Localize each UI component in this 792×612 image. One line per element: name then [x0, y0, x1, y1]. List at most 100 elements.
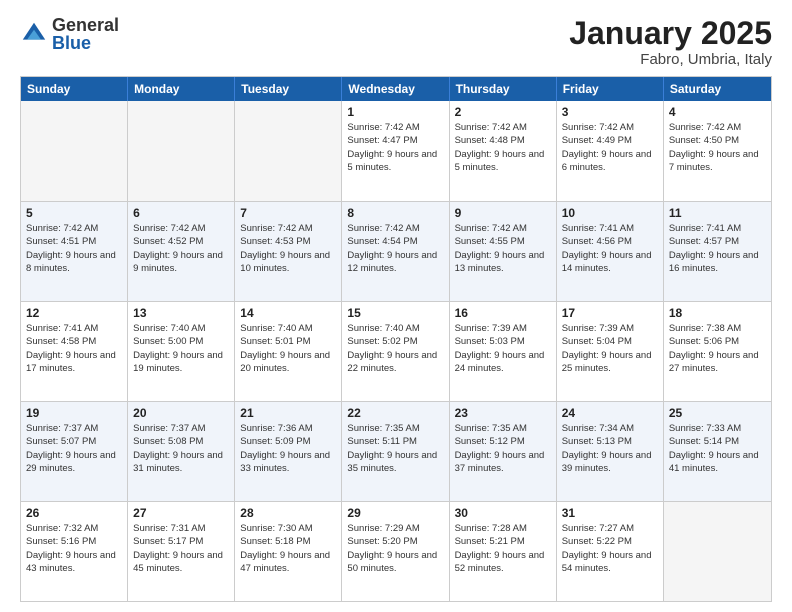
- day-number: 4: [669, 105, 766, 119]
- day-number: 31: [562, 506, 658, 520]
- cell-info: Sunrise: 7:41 AM Sunset: 4:58 PM Dayligh…: [26, 322, 122, 375]
- calendar-row: 1 Sunrise: 7:42 AM Sunset: 4:47 PM Daylig…: [21, 101, 771, 201]
- cell-info: Sunrise: 7:36 AM Sunset: 5:09 PM Dayligh…: [240, 422, 336, 475]
- cell-info: Sunrise: 7:35 AM Sunset: 5:11 PM Dayligh…: [347, 422, 443, 475]
- weekday-header: Friday: [557, 77, 664, 101]
- cell-info: Sunrise: 7:42 AM Sunset: 4:52 PM Dayligh…: [133, 222, 229, 275]
- day-number: 8: [347, 206, 443, 220]
- day-number: 25: [669, 406, 766, 420]
- calendar-cell: 18 Sunrise: 7:38 AM Sunset: 5:06 PM Dayli…: [664, 302, 771, 401]
- day-number: 19: [26, 406, 122, 420]
- cell-info: Sunrise: 7:30 AM Sunset: 5:18 PM Dayligh…: [240, 522, 336, 575]
- day-number: 24: [562, 406, 658, 420]
- cell-info: Sunrise: 7:39 AM Sunset: 5:03 PM Dayligh…: [455, 322, 551, 375]
- day-number: 9: [455, 206, 551, 220]
- logo-icon: [20, 20, 48, 48]
- calendar-row: 19 Sunrise: 7:37 AM Sunset: 5:07 PM Dayli…: [21, 401, 771, 501]
- cell-info: Sunrise: 7:42 AM Sunset: 4:54 PM Dayligh…: [347, 222, 443, 275]
- cell-info: Sunrise: 7:42 AM Sunset: 4:51 PM Dayligh…: [26, 222, 122, 275]
- calendar-cell: 1 Sunrise: 7:42 AM Sunset: 4:47 PM Daylig…: [342, 101, 449, 201]
- calendar-cell: 14Sunrise: 7:40 AM Sunset: 5:01 PM Dayli…: [235, 302, 342, 401]
- logo-text: General Blue: [52, 16, 119, 52]
- calendar-cell: 6 Sunrise: 7:42 AM Sunset: 4:52 PM Daylig…: [128, 202, 235, 301]
- calendar-cell: 30 Sunrise: 7:28 AM Sunset: 5:21 PM Dayli…: [450, 502, 557, 601]
- cell-info: Sunrise: 7:31 AM Sunset: 5:17 PM Dayligh…: [133, 522, 229, 575]
- calendar-cell: 12 Sunrise: 7:41 AM Sunset: 4:58 PM Dayli…: [21, 302, 128, 401]
- calendar-cell: 4Sunrise: 7:42 AM Sunset: 4:50 PM Daylig…: [664, 101, 771, 201]
- cell-info: Sunrise: 7:40 AM Sunset: 5:01 PM Dayligh…: [240, 322, 336, 375]
- calendar-cell: 26 Sunrise: 7:32 AM Sunset: 5:16 PM Dayli…: [21, 502, 128, 601]
- cell-info: Sunrise: 7:41 AM Sunset: 4:57 PM Dayligh…: [669, 222, 766, 275]
- weekday-header: Saturday: [664, 77, 771, 101]
- logo-blue: Blue: [52, 34, 119, 52]
- day-number: 1: [347, 105, 443, 119]
- calendar-cell: 29Sunrise: 7:29 AM Sunset: 5:20 PM Dayli…: [342, 502, 449, 601]
- calendar-cell: [664, 502, 771, 601]
- weekday-header: Wednesday: [342, 77, 449, 101]
- weekday-header: Sunday: [21, 77, 128, 101]
- day-number: 26: [26, 506, 122, 520]
- day-number: 23: [455, 406, 551, 420]
- day-number: 6: [133, 206, 229, 220]
- calendar-cell: 15Sunrise: 7:40 AM Sunset: 5:02 PM Dayli…: [342, 302, 449, 401]
- day-number: 7: [240, 206, 336, 220]
- cell-info: Sunrise: 7:37 AM Sunset: 5:07 PM Dayligh…: [26, 422, 122, 475]
- cell-info: Sunrise: 7:28 AM Sunset: 5:21 PM Dayligh…: [455, 522, 551, 575]
- cell-info: Sunrise: 7:37 AM Sunset: 5:08 PM Dayligh…: [133, 422, 229, 475]
- calendar-cell: 7 Sunrise: 7:42 AM Sunset: 4:53 PM Daylig…: [235, 202, 342, 301]
- calendar-cell: [21, 101, 128, 201]
- calendar-cell: 21Sunrise: 7:36 AM Sunset: 5:09 PM Dayli…: [235, 402, 342, 501]
- day-number: 20: [133, 406, 229, 420]
- cell-info: Sunrise: 7:42 AM Sunset: 4:53 PM Dayligh…: [240, 222, 336, 275]
- calendar-cell: 10 Sunrise: 7:41 AM Sunset: 4:56 PM Dayli…: [557, 202, 664, 301]
- calendar-cell: 22Sunrise: 7:35 AM Sunset: 5:11 PM Dayli…: [342, 402, 449, 501]
- cell-info: Sunrise: 7:40 AM Sunset: 5:00 PM Dayligh…: [133, 322, 229, 375]
- day-number: 3: [562, 105, 658, 119]
- calendar-cell: 27 Sunrise: 7:31 AM Sunset: 5:17 PM Dayli…: [128, 502, 235, 601]
- cell-info: Sunrise: 7:32 AM Sunset: 5:16 PM Dayligh…: [26, 522, 122, 575]
- calendar-row: 26 Sunrise: 7:32 AM Sunset: 5:16 PM Dayli…: [21, 501, 771, 601]
- weekday-header: Tuesday: [235, 77, 342, 101]
- cell-info: Sunrise: 7:33 AM Sunset: 5:14 PM Dayligh…: [669, 422, 766, 475]
- day-number: 18: [669, 306, 766, 320]
- calendar-cell: 2Sunrise: 7:42 AM Sunset: 4:48 PM Daylig…: [450, 101, 557, 201]
- cell-info: Sunrise: 7:41 AM Sunset: 4:56 PM Dayligh…: [562, 222, 658, 275]
- calendar-cell: 28 Sunrise: 7:30 AM Sunset: 5:18 PM Dayli…: [235, 502, 342, 601]
- day-number: 16: [455, 306, 551, 320]
- calendar-cell: 13Sunrise: 7:40 AM Sunset: 5:00 PM Dayli…: [128, 302, 235, 401]
- calendar-cell: 3 Sunrise: 7:42 AM Sunset: 4:49 PM Daylig…: [557, 101, 664, 201]
- day-number: 30: [455, 506, 551, 520]
- day-number: 11: [669, 206, 766, 220]
- cell-info: Sunrise: 7:27 AM Sunset: 5:22 PM Dayligh…: [562, 522, 658, 575]
- cell-info: Sunrise: 7:38 AM Sunset: 5:06 PM Dayligh…: [669, 322, 766, 375]
- logo-general: General: [52, 16, 119, 34]
- day-number: 5: [26, 206, 122, 220]
- calendar: SundayMondayTuesdayWednesdayThursdayFrid…: [20, 76, 772, 602]
- calendar-cell: 24 Sunrise: 7:34 AM Sunset: 5:13 PM Dayli…: [557, 402, 664, 501]
- day-number: 29: [347, 506, 443, 520]
- calendar-cell: 11 Sunrise: 7:41 AM Sunset: 4:57 PM Dayli…: [664, 202, 771, 301]
- header: General Blue January 2025 Fabro, Umbria,…: [20, 16, 772, 68]
- cell-info: Sunrise: 7:39 AM Sunset: 5:04 PM Dayligh…: [562, 322, 658, 375]
- day-number: 15: [347, 306, 443, 320]
- calendar-row: 5 Sunrise: 7:42 AM Sunset: 4:51 PM Daylig…: [21, 201, 771, 301]
- calendar-cell: 23 Sunrise: 7:35 AM Sunset: 5:12 PM Dayli…: [450, 402, 557, 501]
- cell-info: Sunrise: 7:42 AM Sunset: 4:48 PM Dayligh…: [455, 121, 551, 174]
- weekday-header: Thursday: [450, 77, 557, 101]
- calendar-row: 12 Sunrise: 7:41 AM Sunset: 4:58 PM Dayli…: [21, 301, 771, 401]
- day-number: 12: [26, 306, 122, 320]
- cell-info: Sunrise: 7:42 AM Sunset: 4:49 PM Dayligh…: [562, 121, 658, 174]
- calendar-cell: 5 Sunrise: 7:42 AM Sunset: 4:51 PM Daylig…: [21, 202, 128, 301]
- day-number: 10: [562, 206, 658, 220]
- logo: General Blue: [20, 16, 119, 52]
- cell-info: Sunrise: 7:42 AM Sunset: 4:47 PM Dayligh…: [347, 121, 443, 174]
- cell-info: Sunrise: 7:34 AM Sunset: 5:13 PM Dayligh…: [562, 422, 658, 475]
- cell-info: Sunrise: 7:35 AM Sunset: 5:12 PM Dayligh…: [455, 422, 551, 475]
- weekday-header: Monday: [128, 77, 235, 101]
- day-number: 27: [133, 506, 229, 520]
- calendar-cell: 20 Sunrise: 7:37 AM Sunset: 5:08 PM Dayli…: [128, 402, 235, 501]
- calendar-cell: [128, 101, 235, 201]
- day-number: 17: [562, 306, 658, 320]
- day-number: 28: [240, 506, 336, 520]
- title-section: January 2025 Fabro, Umbria, Italy: [569, 16, 772, 68]
